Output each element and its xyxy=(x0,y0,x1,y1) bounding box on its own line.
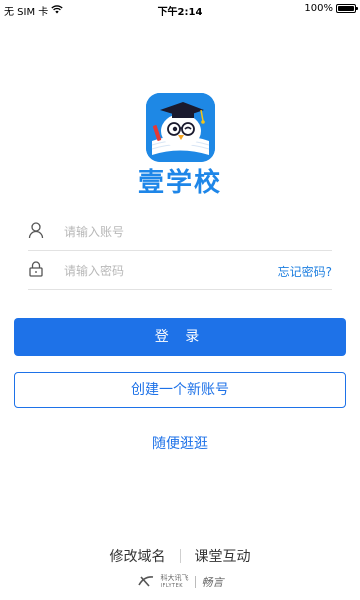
account-field xyxy=(28,212,332,251)
browse-link[interactable]: 随便逛逛 xyxy=(0,433,360,453)
app-name: 壹学校 xyxy=(137,168,222,198)
footer-divider xyxy=(179,549,181,563)
brand-product: 畅言 xyxy=(201,575,224,589)
modify-domain-link[interactable]: 修改域名 xyxy=(110,546,166,566)
status-right: 100% xyxy=(304,3,358,14)
status-bar: 无 SIM 卡 下午2:14 100% xyxy=(0,0,360,18)
login-button[interactable]: 登 录 xyxy=(14,318,346,356)
classroom-interaction-link[interactable]: 课堂互动 xyxy=(195,546,251,566)
lock-icon xyxy=(28,260,44,278)
battery-fill xyxy=(338,6,354,11)
battery-percent: 100% xyxy=(304,3,333,14)
owl-graduate-logo-icon xyxy=(146,93,215,162)
forgot-password-link[interactable]: 忘记密码? xyxy=(278,263,332,280)
brand-en: IFLYTEK xyxy=(160,582,184,589)
user-icon xyxy=(28,221,44,239)
battery-icon xyxy=(336,4,358,13)
account-input[interactable] xyxy=(62,219,266,245)
iflytek-logo-icon xyxy=(137,572,155,591)
footer-links: 修改域名 课堂互动 xyxy=(0,546,360,566)
password-field: 忘记密码? xyxy=(28,251,332,290)
brand-text: 科大讯飞 IFLYTEK xyxy=(161,574,189,590)
create-account-button[interactable]: 创建一个新账号 xyxy=(14,372,346,408)
brand-divider xyxy=(194,575,196,588)
footer-brand: 科大讯飞 IFLYTEK 畅言 xyxy=(0,572,360,591)
brand-cn: 科大讯飞 xyxy=(160,573,189,582)
app-logo xyxy=(146,93,215,162)
password-input[interactable] xyxy=(62,258,266,284)
